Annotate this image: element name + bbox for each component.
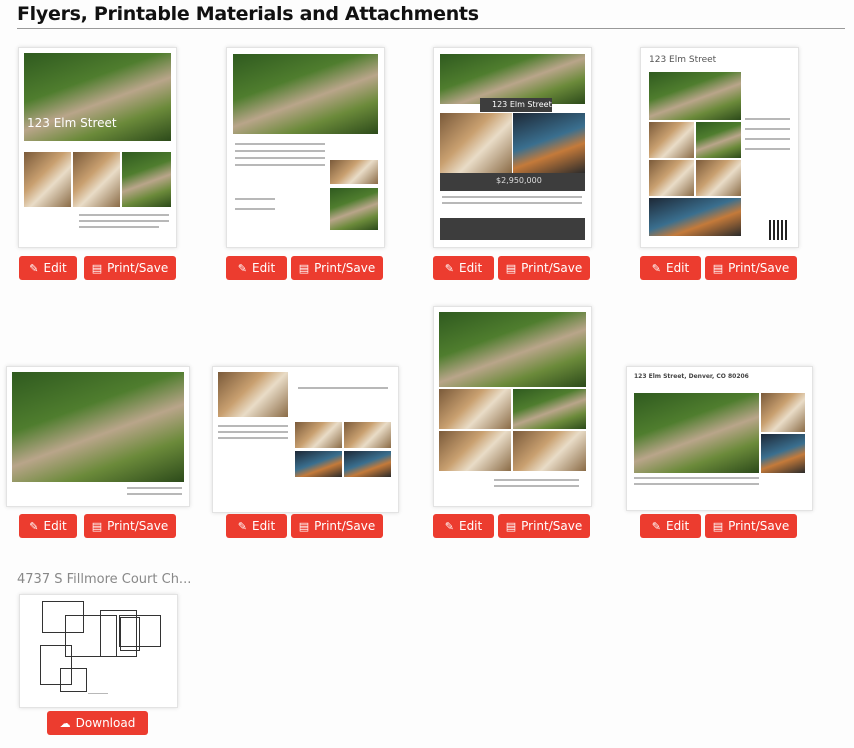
flyer-thumbnail-8[interactable]: 123 Elm Street, Denver, CO 80206 [626,366,813,511]
edit-button[interactable]: ✎ Edit [226,256,287,280]
print-save-button[interactable]: ▤ Print/Save [498,514,590,538]
pdf-document-icon: ▤ [712,261,724,275]
flyer-thumbnail-5[interactable] [6,366,190,507]
cloud-download-icon: ☁ [59,716,71,730]
attachment-name: 4737 S Fillmore Court Ch... [17,572,192,587]
flyer-headline: 123 Elm Street [492,100,552,109]
print-save-button[interactable]: ▤ Print/Save [84,256,176,280]
flyer-thumbnail-2[interactable] [226,47,385,248]
edit-button[interactable]: ✎ Edit [226,514,287,538]
download-button[interactable]: ☁ Download [47,711,148,735]
edit-button[interactable]: ✎ Edit [640,514,701,538]
flyer-price: $2,950,000 [496,176,542,185]
print-save-button[interactable]: ▤ Print/Save [84,514,176,538]
pdf-document-icon: ▤ [91,519,103,533]
pencil-icon: ✎ [237,519,247,533]
pdf-document-icon: ▤ [298,261,310,275]
pencil-icon: ✎ [237,261,247,275]
pdf-document-icon: ▤ [505,261,517,275]
print-save-button[interactable]: ▤ Print/Save [705,514,797,538]
pencil-icon: ✎ [651,519,661,533]
flyer-headline: 123 Elm Street [649,55,717,65]
pdf-document-icon: ▤ [298,519,310,533]
pdf-document-icon: ▤ [712,519,724,533]
section-title: Flyers, Printable Materials and Attachme… [17,3,479,25]
flyer-thumbnail-3[interactable]: 123 Elm Street $2,950,000 [433,47,592,248]
pdf-document-icon: ▤ [91,261,103,275]
flyer-headline: 123 Elm Street, Denver, CO 80206 [634,373,749,380]
qr-code [769,220,789,240]
edit-button[interactable]: ✎ Edit [19,514,77,538]
print-save-button[interactable]: ▤ Print/Save [498,256,590,280]
section-divider [17,28,845,29]
pencil-icon: ✎ [444,519,454,533]
flyer-thumbnail-4[interactable]: 123 Elm Street [640,47,799,248]
edit-button[interactable]: ✎ Edit [640,256,701,280]
pencil-icon: ✎ [444,261,454,275]
edit-button[interactable]: ✎ Edit [433,256,494,280]
flyer-thumbnail-7[interactable] [433,306,592,507]
pencil-icon: ✎ [651,261,661,275]
print-save-button[interactable]: ▤ Print/Save [705,256,797,280]
flyer-thumbnail-6[interactable] [212,366,399,513]
edit-button[interactable]: ✎ Edit [433,514,494,538]
print-save-button[interactable]: ▤ Print/Save [291,514,383,538]
pencil-icon: ✎ [29,519,39,533]
pdf-document-icon: ▤ [505,519,517,533]
attachment-thumbnail[interactable] [19,594,178,708]
print-save-button[interactable]: ▤ Print/Save [291,256,383,280]
flyer-thumbnail-1[interactable]: 123 Elm Street [18,47,177,248]
edit-button[interactable]: ✎ Edit [19,256,77,280]
pencil-icon: ✎ [29,261,39,275]
flyer-headline: 123 Elm Street [27,116,117,130]
